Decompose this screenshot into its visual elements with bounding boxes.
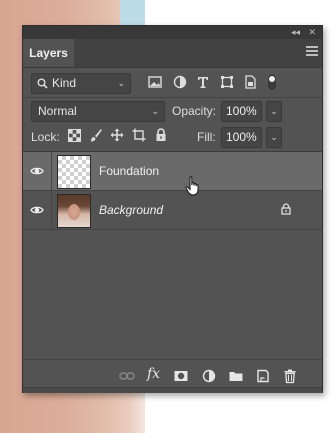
fill-input[interactable]: 100%	[221, 127, 262, 148]
lock-artboard-icon[interactable]	[132, 128, 146, 142]
link-layers-icon[interactable]	[119, 368, 135, 384]
opacity-input[interactable]: 100%	[221, 101, 262, 122]
adjustment-filter-icon[interactable]	[172, 74, 188, 90]
close-icon[interactable]: ✕	[308, 26, 316, 39]
eye-icon[interactable]	[30, 205, 44, 215]
eye-icon[interactable]	[30, 166, 44, 176]
lock-all-icon[interactable]	[155, 128, 167, 142]
layers-list: Foundation Background	[23, 152, 322, 359]
image-filter-icon[interactable]	[147, 74, 163, 90]
shape-filter-icon[interactable]	[219, 74, 235, 90]
blend-mode-value: Normal	[38, 104, 77, 118]
filter-kind-dropdown[interactable]: Kind ⌄	[31, 73, 131, 94]
panel-titlebar[interactable]: ◂◂ ✕	[23, 26, 322, 39]
divider	[23, 229, 322, 230]
chevron-down-icon: ⌄	[151, 106, 159, 116]
chevron-down-icon: ⌄	[117, 78, 125, 88]
layer-name[interactable]: Foundation	[99, 164, 159, 178]
blend-mode-dropdown[interactable]: Normal ⌄	[31, 101, 165, 122]
visibility-column	[23, 152, 52, 191]
new-layer-icon[interactable]	[255, 368, 271, 384]
layer-thumbnail	[57, 194, 91, 228]
opacity-slider-button[interactable]: ⌄	[266, 101, 282, 122]
layer-thumbnail	[57, 155, 91, 189]
layer-name[interactable]: Background	[99, 203, 163, 217]
new-adjustment-icon[interactable]	[201, 368, 217, 384]
opacity-label: Opacity:	[172, 104, 217, 118]
lock-transparent-pixels-icon[interactable]	[68, 129, 81, 142]
fill-slider-button[interactable]: ⌄	[266, 127, 282, 148]
tab-bar: Layers	[23, 39, 322, 68]
lock-position-icon[interactable]	[110, 128, 124, 142]
blend-row: Normal ⌄ Opacity: 100% ⌄	[23, 98, 322, 124]
layer-row-background[interactable]: Background	[23, 191, 322, 230]
new-group-icon[interactable]	[228, 368, 244, 384]
lock-label: Lock:	[31, 130, 60, 144]
filter-kind-label: Kind	[52, 76, 77, 90]
smart-object-filter-icon[interactable]	[242, 74, 258, 90]
layer-row-foundation[interactable]: Foundation	[23, 152, 322, 191]
collapse-icon[interactable]: ◂◂	[291, 26, 300, 39]
visibility-column	[23, 191, 52, 230]
lock-image-pixels-icon[interactable]	[89, 128, 103, 143]
lock-row: Lock: Fill: 100% ⌄	[23, 124, 322, 152]
lock-icon[interactable]	[281, 203, 291, 215]
fill-label: Fill:	[197, 130, 216, 144]
search-icon	[37, 78, 48, 89]
hand-cursor-icon	[185, 176, 199, 196]
panel-footer: fx	[23, 359, 322, 393]
filter-toggle-icon[interactable]	[267, 74, 277, 90]
filter-row: Kind ⌄	[23, 69, 322, 98]
delete-layer-icon[interactable]	[282, 368, 298, 384]
resize-grip[interactable]	[23, 387, 322, 393]
tab-layers[interactable]: Layers	[23, 39, 74, 67]
type-filter-icon[interactable]	[195, 74, 211, 90]
panel-menu-icon[interactable]	[306, 46, 318, 56]
add-mask-icon[interactable]	[173, 368, 189, 384]
fx-icon[interactable]: fx	[147, 366, 160, 382]
layers-panel: ◂◂ ✕ Layers Kind ⌄ Normal ⌄ Opacity: 100…	[22, 25, 323, 393]
